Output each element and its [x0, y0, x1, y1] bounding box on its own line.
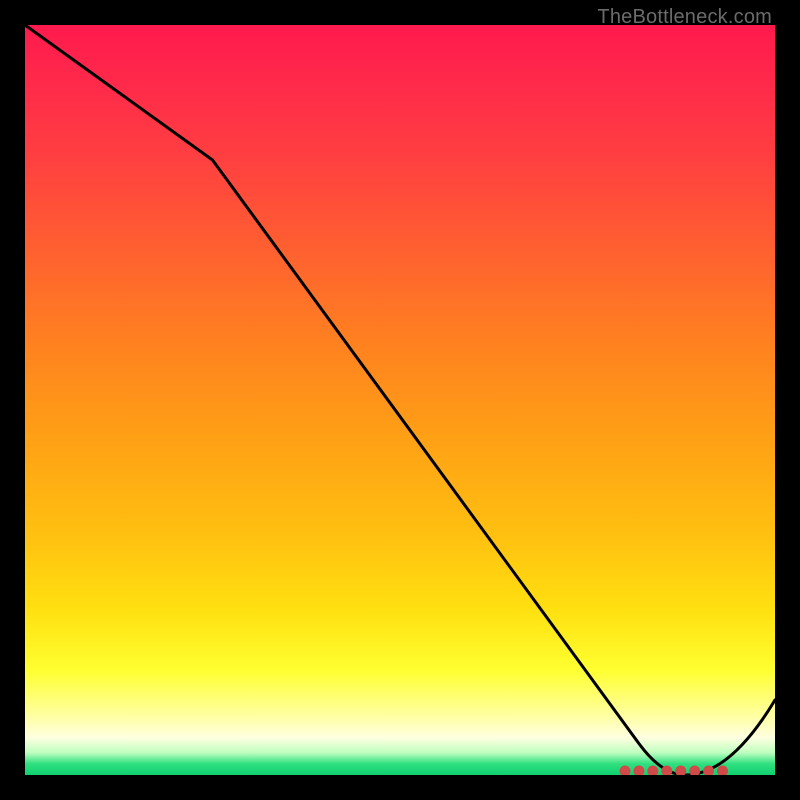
curve-marker: [633, 766, 644, 776]
chart-frame: TheBottleneck.com: [0, 0, 800, 800]
bottleneck-curve-line: [25, 25, 775, 775]
curve-marker: [675, 766, 686, 776]
curve-marker: [689, 766, 700, 776]
chart-overlay: [25, 25, 775, 775]
plot-area: [25, 25, 775, 775]
curve-marker: [647, 766, 658, 776]
curve-marker: [620, 766, 631, 776]
curve-marker: [717, 766, 728, 776]
